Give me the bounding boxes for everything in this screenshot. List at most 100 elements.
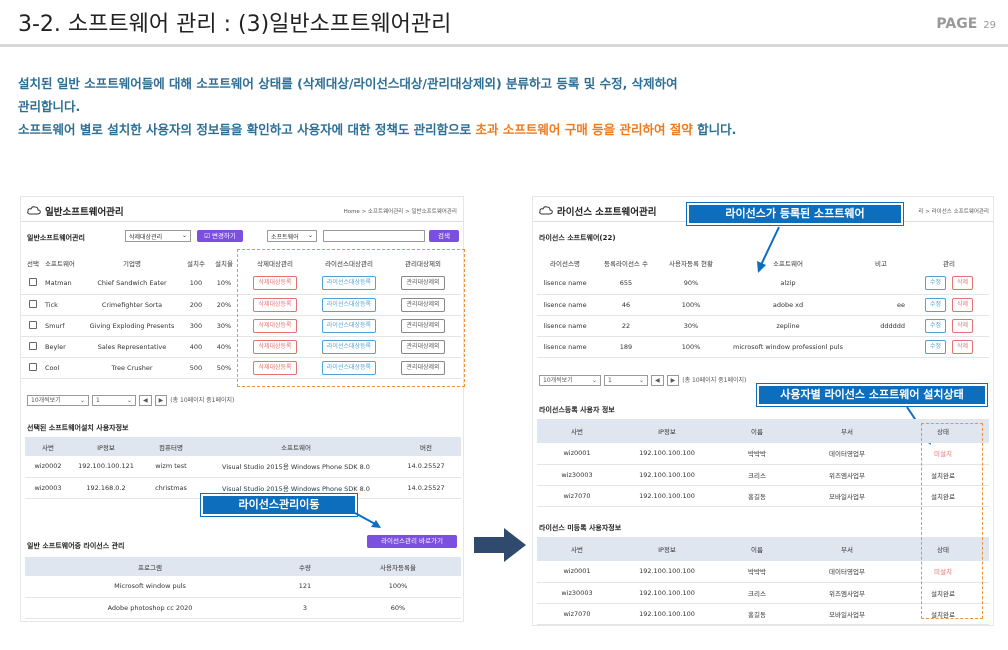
- next-page-button[interactable]: ▶: [666, 375, 680, 386]
- desc-highlight: 초과 소프트웨어 구매 등을 관리하여 절약: [475, 122, 693, 137]
- panel-title: 일반소프트웨어관리: [45, 207, 124, 218]
- col-header: 이름: [751, 428, 763, 436]
- arrow-icon: [354, 512, 381, 528]
- table-cell: adobe xd: [723, 294, 853, 316]
- delete-button[interactable]: 삭제: [952, 297, 974, 312]
- table-cell: 모바일사업부: [797, 485, 897, 507]
- table-cell: Crimefighter Sorta: [83, 294, 181, 316]
- table-cell: wiz30003: [537, 464, 617, 486]
- next-page-button[interactable]: ▶: [154, 395, 168, 406]
- table-cell: 192.100.100.100: [617, 443, 717, 465]
- page-title: 3-2. 소프트웨어 관리 : (3)일반소프트웨어관리: [18, 12, 452, 37]
- cloud-icon: [539, 206, 553, 215]
- col-header: 소프트웨어: [45, 260, 75, 268]
- table-cell: Adobe photoshop cc 2020: [25, 597, 275, 619]
- table-cell: 90%: [659, 273, 723, 295]
- action-cell: 수정 삭제: [909, 273, 989, 295]
- col-header: 이름: [751, 546, 763, 554]
- prev-page-button[interactable]: ◀: [139, 395, 152, 406]
- page-size-select[interactable]: 10개씩보기 ⌄: [27, 395, 89, 406]
- table-cell: [853, 273, 909, 295]
- page-select[interactable]: 1 ⌄: [604, 375, 648, 386]
- table-cell: 3: [275, 597, 335, 619]
- table-cell: Sales Representative: [83, 336, 181, 358]
- table-cell: 14.0.25527: [391, 456, 461, 478]
- row-checkbox[interactable]: [29, 299, 37, 308]
- col-header: 비고: [875, 260, 887, 268]
- row-checkbox[interactable]: [29, 341, 37, 350]
- table-row: lisence name 655 90% alzip 수정 삭제: [537, 273, 989, 295]
- table-cell: 홍길동: [717, 603, 797, 625]
- highlight-box: [921, 423, 983, 619]
- table-cell: Matman: [45, 273, 83, 295]
- prev-page-button[interactable]: ◀: [651, 375, 664, 386]
- table-cell: zepline: [723, 315, 853, 337]
- table-cell: [853, 336, 909, 358]
- table-cell: wiz0001: [537, 443, 617, 465]
- table-cell: 박박박: [717, 443, 797, 465]
- table-cell: lisence name: [537, 315, 593, 337]
- search-button[interactable]: 검색: [429, 230, 459, 242]
- callout-install-status: 사용자별 라이선스 소프트웨어 설치상태: [756, 383, 988, 407]
- delete-button[interactable]: 삭제: [952, 339, 974, 354]
- section-title: 일반소프트웨어관리: [27, 234, 85, 242]
- section-title: 일반 소프트웨어중 라이선스 관리: [27, 542, 125, 550]
- edit-button[interactable]: 수정: [924, 297, 946, 312]
- software-select[interactable]: 소프트웨어 ⌄: [267, 230, 317, 242]
- search-input[interactable]: [323, 230, 425, 242]
- change-button[interactable]: ☑ 변경하기: [197, 230, 243, 242]
- table-cell: 30%: [211, 315, 237, 337]
- table-row: wiz0002 192.100.100.121 wizm test Visual St…: [25, 456, 461, 478]
- license-goto-button[interactable]: 라이선스관리 바로가기: [367, 535, 457, 548]
- edit-button[interactable]: 수정: [924, 339, 946, 354]
- callout-license-move: 라이선스관리이동: [200, 493, 358, 517]
- page-size-value: 10개씩보기: [543, 377, 573, 384]
- breadcrumb: Home > 소프트웨어관리 > 일반소프트웨어관리: [343, 209, 457, 215]
- table-cell: Visual Studio 2015용 Windows Phone SDK 8.…: [201, 456, 391, 478]
- page-number: PAGE 29: [936, 16, 996, 32]
- row-checkbox[interactable]: [29, 278, 37, 287]
- section-title: 라이선스 소프트웨어(22): [539, 234, 616, 242]
- col-header: IP정보: [658, 546, 676, 554]
- col-header: 버전: [420, 443, 432, 452]
- page-size-select[interactable]: 10개씩보기 ⌄: [539, 375, 601, 386]
- col-header: 사용자등록율: [380, 563, 416, 572]
- software-select-value: 소프트웨어: [271, 234, 299, 241]
- edit-button[interactable]: 수정: [924, 276, 946, 291]
- table-cell: 30%: [659, 315, 723, 337]
- table-cell: 200: [181, 294, 211, 316]
- callout-licensed-software: 라이선스가 등록된 소프트웨어: [686, 202, 904, 226]
- delete-button[interactable]: 삭제: [952, 318, 974, 333]
- table-header: 라이선스명 등록라이선스 수 사용자등록 현황 소프트웨어 비고 관리: [537, 253, 989, 273]
- table-cell: 192.100.100.100: [617, 561, 717, 583]
- col-header: 사번: [571, 428, 583, 436]
- pagination: 10개씩보기 ⌄ 1 ⌄ ◀ ▶ (총 10페이지 중1페이지): [539, 375, 746, 386]
- table-row: Microsoft window puls 121 100%: [25, 576, 461, 598]
- filter-select[interactable]: 삭제대상관리 ⌄: [125, 230, 191, 242]
- table-cell: 크리스: [717, 464, 797, 486]
- delete-button[interactable]: 삭제: [952, 276, 974, 291]
- desc-line-2: 관리합니다.: [18, 99, 81, 114]
- col-header: 설치율: [215, 260, 233, 268]
- row-checkbox[interactable]: [29, 320, 37, 329]
- right-panel: 라이선스 소프트웨어관리 리 > 라이선스 소프트웨어관리 라이선스 소프트웨어…: [532, 196, 994, 626]
- page-select-value: 1: [608, 377, 612, 384]
- page-size-value: 10개씩보기: [31, 397, 61, 404]
- col-header: 선택: [27, 260, 39, 268]
- page-info: (총 10페이지 중1페이지): [170, 397, 235, 404]
- col-header: 사용자등록 현황: [669, 260, 713, 268]
- desc-line-1: 설치된 일반 소프트웨어들에 대해 소프트웨어 상태를 (삭제대상/라이선스대상…: [18, 76, 678, 91]
- col-header: 프로그램: [138, 563, 162, 572]
- select-cell: [21, 273, 45, 295]
- table-cell: 655: [593, 273, 659, 295]
- table-cell: 400: [181, 336, 211, 358]
- row-checkbox[interactable]: [29, 362, 37, 371]
- edit-button[interactable]: 수정: [924, 318, 946, 333]
- table-cell: 100%: [659, 336, 723, 358]
- page-num: 29: [983, 20, 996, 31]
- page-select[interactable]: 1 ⌄: [92, 395, 136, 406]
- table-cell: lisence name: [537, 336, 593, 358]
- col-header: 라이선스명: [550, 260, 580, 268]
- col-header: 사번: [571, 546, 583, 554]
- chevron-down-icon: ⌄: [307, 232, 313, 239]
